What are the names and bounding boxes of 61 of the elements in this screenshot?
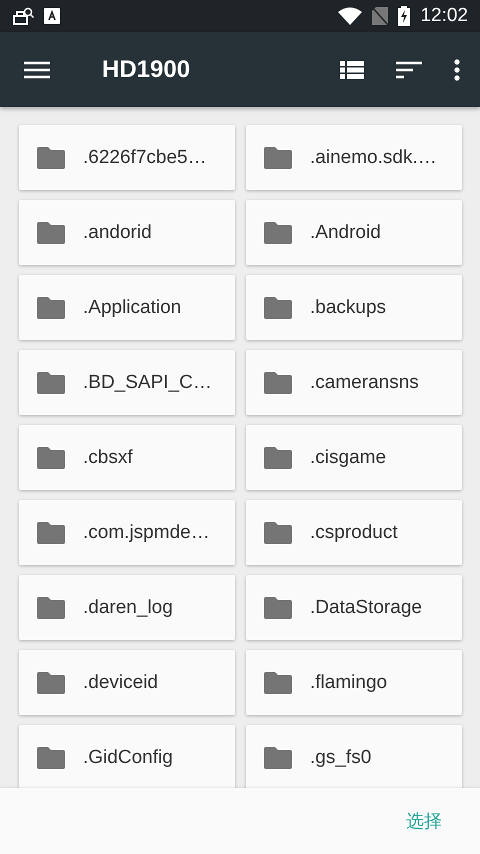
folder-name: .Application xyxy=(83,296,182,318)
folder-card[interactable]: .Application xyxy=(19,275,235,340)
folder-name: .BD_SAPI_C… xyxy=(83,372,212,394)
folder-name: .daren_log xyxy=(83,596,173,618)
folder-icon xyxy=(37,446,65,468)
folder-card[interactable]: .com.jspmde… xyxy=(19,500,235,565)
folder-name: .DataStorage xyxy=(310,596,422,618)
folder-icon xyxy=(264,446,292,468)
folder-icon xyxy=(264,146,292,168)
folder-name: .com.jspmde… xyxy=(83,522,210,544)
battery-charging-icon xyxy=(398,6,410,26)
folder-card[interactable]: .GidConfig xyxy=(19,725,235,788)
folder-icon xyxy=(37,522,65,544)
folder-card[interactable]: .ainemo.sdk.… xyxy=(246,125,462,190)
printer-search-icon xyxy=(12,7,34,25)
folder-card[interactable]: .cameransns xyxy=(246,350,462,415)
folder-icon xyxy=(37,222,65,244)
folder-name: .backups xyxy=(310,296,386,318)
folder-icon xyxy=(264,672,292,694)
folder-card[interactable]: .6226f7cbe5… xyxy=(19,125,235,190)
folder-card[interactable]: .backups xyxy=(246,275,462,340)
folder-name: .6226f7cbe5… xyxy=(83,146,207,168)
folder-name: .gs_fs0 xyxy=(310,746,372,768)
folder-icon xyxy=(37,296,65,318)
folder-card[interactable]: .csproduct xyxy=(246,500,462,565)
folder-icon xyxy=(264,596,292,618)
app-icon xyxy=(44,8,60,24)
status-time: 12:02 xyxy=(420,5,468,27)
folder-card[interactable]: .cbsxf xyxy=(19,425,235,490)
app-title: HD1900 xyxy=(102,56,192,84)
folder-icon xyxy=(37,596,65,618)
folder-icon xyxy=(264,522,292,544)
folder-name: .cameransns xyxy=(310,372,419,394)
folder-name: .GidConfig xyxy=(83,746,173,768)
folder-card[interactable]: .gs_fs0 xyxy=(246,725,462,788)
folder-card[interactable]: .andorid xyxy=(19,200,235,265)
folder-icon xyxy=(37,672,65,694)
folder-card[interactable]: .cisgame xyxy=(246,425,462,490)
folder-card[interactable]: .BD_SAPI_C… xyxy=(19,350,235,415)
folder-icon xyxy=(37,372,65,394)
no-sim-icon xyxy=(372,7,388,25)
folder-icon xyxy=(264,296,292,318)
folder-icon xyxy=(37,146,65,168)
folder-name: .csproduct xyxy=(310,522,398,544)
folder-icon xyxy=(264,372,292,394)
folder-card[interactable]: .DataStorage xyxy=(246,575,462,640)
folder-name: .deviceid xyxy=(83,672,158,694)
folder-card[interactable]: .flamingo xyxy=(246,650,462,715)
folder-icon xyxy=(264,746,292,768)
wifi-icon xyxy=(338,7,362,25)
folder-card[interactable]: .Android xyxy=(246,200,462,265)
folder-icon xyxy=(37,746,65,768)
folder-card[interactable]: .daren_log xyxy=(19,575,235,640)
folder-icon xyxy=(264,222,292,244)
folder-name: .flamingo xyxy=(310,672,388,694)
folder-name: .cbsxf xyxy=(83,446,133,468)
folder-name: .cisgame xyxy=(310,446,386,468)
folder-card[interactable]: .deviceid xyxy=(19,650,235,715)
folder-name: .andorid xyxy=(83,222,152,244)
folder-name: .Android xyxy=(310,222,381,244)
folder-name: .ainemo.sdk.… xyxy=(310,146,437,168)
